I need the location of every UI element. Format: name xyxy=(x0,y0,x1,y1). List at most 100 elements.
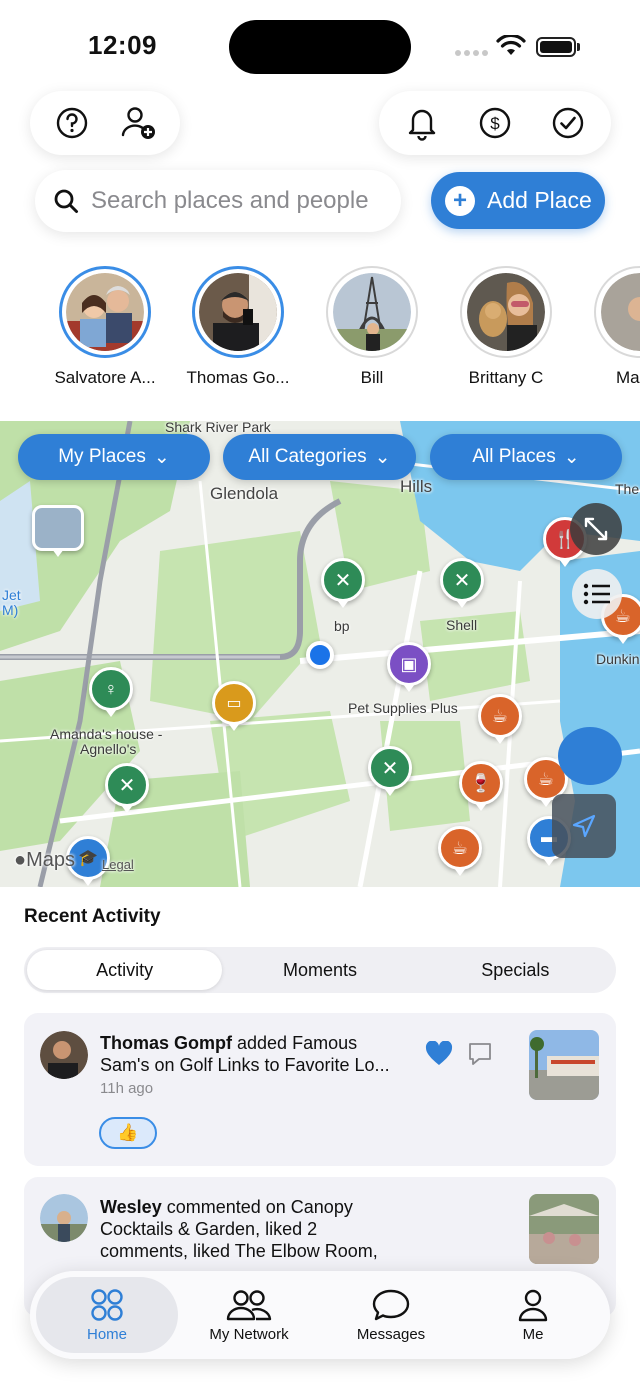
heart-icon[interactable] xyxy=(425,1041,453,1067)
current-location-dot xyxy=(306,641,334,669)
tab-my-network[interactable]: My Network xyxy=(178,1277,320,1353)
checkmark-circle-icon xyxy=(553,107,584,139)
expand-map-button[interactable] xyxy=(570,503,622,555)
list-icon xyxy=(583,583,610,605)
activity-text: Thomas Gompf added Famous xyxy=(100,1033,358,1053)
friends-stories-row: Salvatore A... Thomas Go... Bill Brittan… xyxy=(0,266,640,391)
activity-user[interactable]: Wesley xyxy=(100,1197,162,1217)
activity-time: 11h ago xyxy=(100,1080,154,1097)
notifications-button[interactable] xyxy=(402,103,442,143)
comment-icon[interactable] xyxy=(467,1041,493,1067)
map-label: Pet Supplies Plus xyxy=(348,700,458,716)
add-place-button[interactable]: + Add Place xyxy=(431,172,605,229)
bottom-tab-bar: Home My Network Messages Me xyxy=(30,1271,610,1359)
grid-icon xyxy=(91,1288,123,1321)
shopping-pin[interactable]: ▣ xyxy=(387,642,431,692)
place-thumbnail[interactable] xyxy=(529,1194,599,1264)
all-places-filter[interactable]: All Places ⌄ xyxy=(430,434,622,480)
coffee-pin[interactable]: ☕ xyxy=(478,694,522,744)
coffee-icon: ☕ xyxy=(537,768,555,789)
coffee-icon: ☕ xyxy=(614,605,632,626)
wrench-icon: ✕ xyxy=(453,569,471,592)
activity-card[interactable]: Thomas Gompf added Famous Sam's on Golf … xyxy=(24,1013,616,1166)
bell-icon xyxy=(408,109,435,141)
home-pin[interactable]: ♀ xyxy=(89,667,133,717)
map-label: Shark River Park xyxy=(165,421,271,435)
reaction-badge[interactable]: 👍 xyxy=(99,1117,157,1149)
person-icon xyxy=(518,1289,548,1321)
add-person-icon xyxy=(121,107,155,139)
avatar xyxy=(40,1194,88,1242)
story-name: Salvatore A... xyxy=(54,368,156,387)
auto-service-pin[interactable]: ✕ xyxy=(105,763,149,813)
all-categories-filter[interactable]: All Categories ⌄ xyxy=(223,434,416,480)
add-place-label: Add Place xyxy=(487,187,592,213)
auto-service-pin[interactable]: ✕ xyxy=(440,558,484,608)
list-view-button[interactable] xyxy=(572,569,622,619)
help-icon xyxy=(56,107,87,139)
expand-icon xyxy=(584,517,608,541)
activity-text-line: comments, liked The Elbow Room, xyxy=(100,1241,378,1261)
office-pin[interactable]: ▭ xyxy=(212,681,256,731)
chevron-down-icon: ⌄ xyxy=(374,446,391,468)
avatar xyxy=(199,273,277,351)
coffee-pin[interactable]: ☕ xyxy=(438,826,482,876)
place-thumbnail[interactable] xyxy=(529,1030,599,1100)
avatar xyxy=(333,273,411,351)
story-item[interactable]: Bill xyxy=(302,266,442,388)
checkin-button[interactable] xyxy=(548,103,588,143)
top-right-actions: $ xyxy=(379,91,611,155)
my-places-filter[interactable]: My Places ⌄ xyxy=(18,434,210,480)
avatar-ring xyxy=(59,266,151,358)
chat-bubble-icon xyxy=(372,1289,410,1320)
tab-specials[interactable]: Specials xyxy=(418,950,613,990)
dynamic-island xyxy=(229,20,411,74)
tab-home[interactable]: Home xyxy=(36,1277,178,1353)
signal-icon xyxy=(455,50,488,56)
recent-activity-title: Recent Activity xyxy=(24,906,161,927)
avatar-ring xyxy=(192,266,284,358)
battery-nub xyxy=(577,43,580,51)
bar-pin[interactable]: 🍷 xyxy=(459,761,503,811)
graduation-cap-icon: 🎓 xyxy=(78,850,98,867)
map-label: bp xyxy=(334,618,350,634)
story-item[interactable]: Salvatore A... xyxy=(35,266,175,388)
story-name: Bill xyxy=(360,368,384,387)
auto-service-pin[interactable]: ✕ xyxy=(321,558,365,608)
story-item[interactable]: Mar xyxy=(570,266,640,388)
tab-label: Messages xyxy=(356,1325,426,1343)
story-name: Mar xyxy=(616,368,640,387)
photo-moment-pin[interactable] xyxy=(32,505,84,557)
map-view[interactable]: Shark River Park Glendola Hills The Jet … xyxy=(0,421,640,887)
people-icon xyxy=(226,1289,272,1320)
action-button[interactable] xyxy=(558,727,622,785)
auto-service-pin[interactable]: ✕ xyxy=(368,746,412,796)
help-button[interactable] xyxy=(52,103,92,143)
search-bar[interactable] xyxy=(35,170,401,232)
tab-moments[interactable]: Moments xyxy=(222,950,417,990)
tab-activity[interactable]: Activity xyxy=(27,950,223,990)
activity-text-line: Cocktails & Garden, liked 2 xyxy=(100,1219,318,1239)
recenter-button[interactable] xyxy=(552,794,616,858)
bag-icon: ▣ xyxy=(400,653,418,674)
tab-messages[interactable]: Messages xyxy=(320,1277,462,1353)
activity-user[interactable]: Thomas Gompf xyxy=(100,1033,232,1053)
avatar xyxy=(40,1031,88,1079)
add-friend-button[interactable] xyxy=(119,103,159,143)
avatar xyxy=(467,273,545,351)
tab-me[interactable]: Me xyxy=(462,1277,604,1353)
top-left-actions xyxy=(30,91,180,155)
legal-link[interactable]: Legal xyxy=(102,857,134,872)
tab-label: My Network xyxy=(209,1325,289,1343)
story-name: Thomas Go... xyxy=(186,368,290,387)
status-time: 12:09 xyxy=(88,30,157,60)
svg-text:$: $ xyxy=(490,114,500,133)
story-item[interactable]: Thomas Go... xyxy=(168,266,308,388)
pin-icon: ♀ xyxy=(104,678,118,699)
search-input[interactable] xyxy=(91,187,391,215)
my-places-label: My Places xyxy=(58,446,146,467)
specials-button[interactable]: $ xyxy=(475,103,515,143)
story-item[interactable]: Brittany C xyxy=(436,266,576,388)
apple-maps-logo: ●Maps xyxy=(14,849,75,871)
wrench-icon: ✕ xyxy=(118,774,136,797)
